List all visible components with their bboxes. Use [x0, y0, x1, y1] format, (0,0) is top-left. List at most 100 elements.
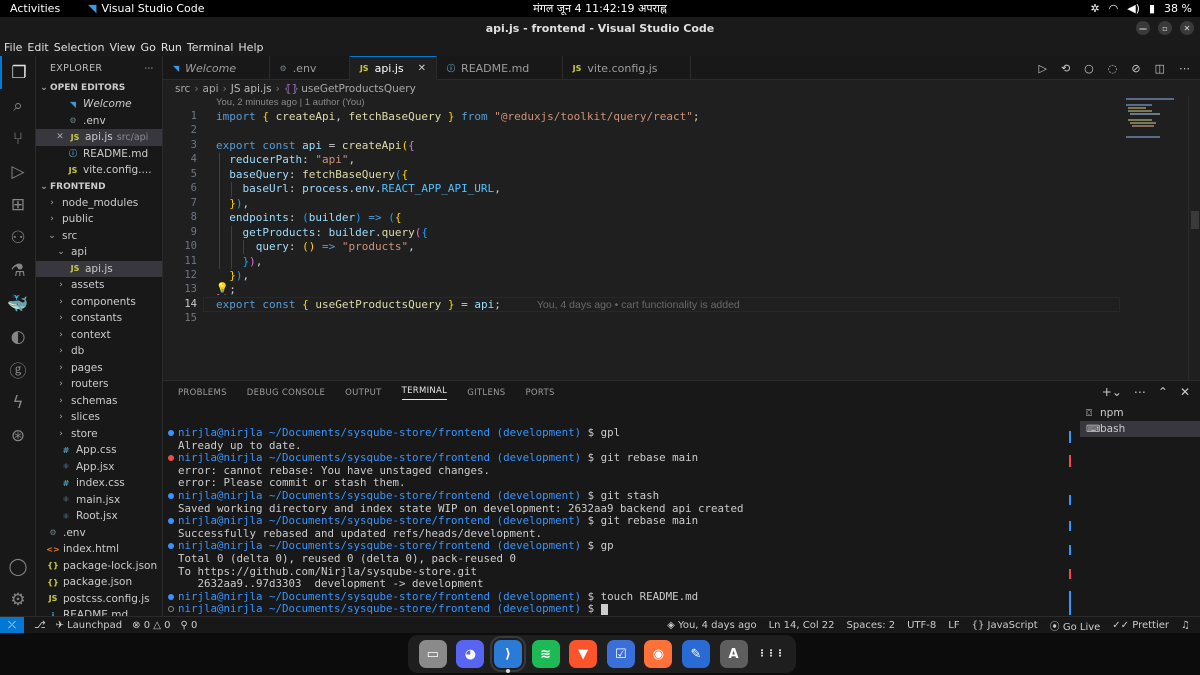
close-icon[interactable]: ✕ — [54, 132, 66, 142]
maximize-panel-icon[interactable]: ⌃ — [1158, 385, 1168, 399]
codelens-blame[interactable]: You, 2 minutes ago | 1 author (You) — [216, 97, 365, 108]
menu-run[interactable]: Run — [161, 41, 182, 54]
lightbulb-icon[interactable]: 💡 — [216, 283, 229, 295]
folder-item[interactable]: › slices — [36, 409, 162, 426]
folder-item[interactable]: › store — [36, 426, 162, 443]
edge-devtools-icon[interactable]: ◐ — [0, 320, 36, 353]
firefox-app-icon[interactable]: ◉ — [644, 640, 673, 668]
folder-item[interactable]: ⌄ src — [36, 228, 162, 245]
command-status-icon[interactable] — [168, 606, 174, 613]
folder-item[interactable]: › node_modules — [36, 195, 162, 212]
file-item[interactable]: <> index.html — [36, 541, 162, 558]
tasks-app-icon[interactable]: ☑ — [606, 640, 635, 668]
code-editor[interactable]: You, 2 minutes ago | 1 author (You) 1 imp… — [163, 96, 1200, 380]
text-editor-app-icon[interactable]: ✎ — [681, 640, 710, 668]
panel-tab-gitlens[interactable]: GITLENS — [467, 388, 505, 398]
search-icon[interactable]: ⌕ — [0, 89, 36, 122]
menu-edit[interactable]: Edit — [27, 41, 48, 54]
open-editor-item[interactable]: ✕ JS api.js src/api — [36, 129, 162, 146]
tab-api-js[interactable]: JS api.js ✕ — [349, 56, 438, 80]
folder-item[interactable]: › context — [36, 327, 162, 344]
manage-gear-icon[interactable]: ⚙ — [0, 583, 36, 616]
gitlens-next-icon[interactable]: ◌ — [1108, 62, 1118, 75]
volume-icon[interactable]: ◀) — [1127, 2, 1140, 15]
docker-icon[interactable]: 🐳 — [0, 287, 36, 320]
cursor-position-status[interactable]: Ln 14, Col 22 — [769, 620, 835, 631]
clock[interactable]: मंगल जून 4 11:42:19 अपराह्न — [533, 2, 667, 15]
battery-icon[interactable]: ▮ — [1149, 2, 1155, 15]
file-item[interactable]: i README.md — [36, 607, 162, 616]
close-panel-icon[interactable]: ✕ — [1180, 385, 1190, 399]
run-debug-icon[interactable]: ▷ — [0, 155, 36, 188]
vscode-app-icon[interactable]: ⟩ — [489, 636, 526, 673]
file-item[interactable]: JS postcss.config.js — [36, 591, 162, 608]
folder-item[interactable]: › public — [36, 211, 162, 228]
ports-status[interactable]: ⚲ 0 — [181, 620, 198, 631]
extensions-icon[interactable]: ⊞ — [0, 188, 36, 221]
open-editor-item[interactable]: ⓘ README.md — [36, 146, 162, 163]
source-control-status[interactable]: ⎇ — [34, 620, 46, 631]
brave-app-icon[interactable]: ▼ — [569, 640, 598, 668]
command-status-icon[interactable] — [168, 518, 174, 525]
source-control-icon[interactable]: ⑂ — [0, 122, 36, 155]
menu-file[interactable]: File — [4, 41, 22, 54]
file-item[interactable]: # index.css — [36, 475, 162, 492]
panel-tab-output[interactable]: OUTPUT — [345, 388, 381, 398]
folder-item[interactable]: › assets — [36, 277, 162, 294]
terminal-output[interactable]: nirjla@nirjla ~/Documents/sysqube-store/… — [168, 426, 1073, 616]
language-status[interactable]: {} JavaScript — [972, 620, 1038, 631]
tab--env[interactable]: ⚙.env✕ — [270, 56, 350, 80]
file-item[interactable]: ⚛ Root.jsx — [36, 508, 162, 525]
run-icon[interactable]: ▷ — [1038, 62, 1046, 75]
more-actions-icon[interactable]: ⋯ — [144, 63, 154, 74]
open-editor-item[interactable]: JS vite.config.... — [36, 162, 162, 179]
command-status-icon[interactable] — [168, 543, 174, 550]
more-actions-icon[interactable]: ⋯ — [1179, 62, 1190, 75]
menu-help[interactable]: Help — [238, 41, 263, 54]
breadcrumb-symbol[interactable]: useGetProductsQuery — [301, 83, 416, 95]
frontend-folder-section[interactable]: ⌄ FRONTEND — [36, 179, 162, 195]
command-status-icon[interactable] — [168, 430, 174, 436]
eol-status[interactable]: LF — [948, 620, 959, 631]
problems-status[interactable]: ⊗ 0 △ 0 — [132, 620, 170, 631]
menu-go[interactable]: Go — [141, 41, 156, 54]
open-editor-item[interactable]: ◥ Welcome — [36, 96, 162, 113]
git-compare-icon[interactable]: ⟲ — [1061, 62, 1070, 75]
command-status-icon[interactable] — [168, 492, 174, 499]
menu-view[interactable]: View — [109, 41, 135, 54]
file-item[interactable]: JS api.js — [36, 260, 162, 277]
spotify-app-icon[interactable]: ≋ — [531, 640, 560, 668]
folder-item[interactable]: › schemas — [36, 393, 162, 410]
tab-welcome[interactable]: ◥Welcome✕ — [163, 56, 270, 80]
open-editor-item[interactable]: ⚙ .env — [36, 113, 162, 130]
test-explorer-icon[interactable]: ⊛ — [0, 419, 36, 452]
file-item[interactable]: ⚛ App.jsx — [36, 459, 162, 476]
tab-readme-md[interactable]: ⓘREADME.md✕ — [437, 56, 563, 80]
breadcrumb-api[interactable]: api — [203, 83, 219, 95]
panel-tab-terminal[interactable]: TERMINAL — [401, 386, 448, 400]
accessibility-icon[interactable]: ✲ — [1090, 2, 1099, 15]
close-window-button[interactable]: ✕ — [1180, 21, 1194, 35]
discord-app-icon[interactable]: ◕ — [456, 640, 485, 668]
menu-selection[interactable]: Selection — [54, 41, 105, 54]
file-item[interactable]: ⚛ main.jsx — [36, 492, 162, 509]
file-item[interactable]: ⚙ .env — [36, 525, 162, 542]
new-terminal-icon[interactable]: +⌄ — [1102, 385, 1122, 399]
panel-tab-problems[interactable]: PROBLEMS — [178, 388, 227, 398]
app-menu[interactable]: ◥ Visual Studio Code — [88, 2, 205, 15]
accounts-icon[interactable]: ◯ — [0, 550, 36, 583]
go-live-status[interactable]: ⦿ Go Live — [1050, 618, 1101, 633]
tab-vite-config-js[interactable]: JSvite.config.js✕ — [563, 56, 691, 80]
remote-explorer-icon[interactable]: ⚇ — [0, 221, 36, 254]
testing-icon[interactable]: ⚗ — [0, 254, 36, 287]
encoding-status[interactable]: UTF-8 — [907, 620, 936, 631]
files-app-icon[interactable]: ▭ — [418, 640, 447, 668]
thunder-client-icon[interactable]: ϟ — [0, 386, 36, 419]
close-icon[interactable]: ✕ — [418, 63, 426, 74]
wifi-icon[interactable]: ◠ — [1109, 2, 1119, 15]
split-editor-icon[interactable]: ◫ — [1155, 62, 1165, 75]
maximize-button[interactable]: ▫ — [1158, 21, 1172, 35]
minimap[interactable] — [1126, 96, 1186, 156]
folder-item[interactable]: ⌄ api — [36, 244, 162, 261]
notifications-icon[interactable]: ♫ — [1181, 620, 1190, 631]
